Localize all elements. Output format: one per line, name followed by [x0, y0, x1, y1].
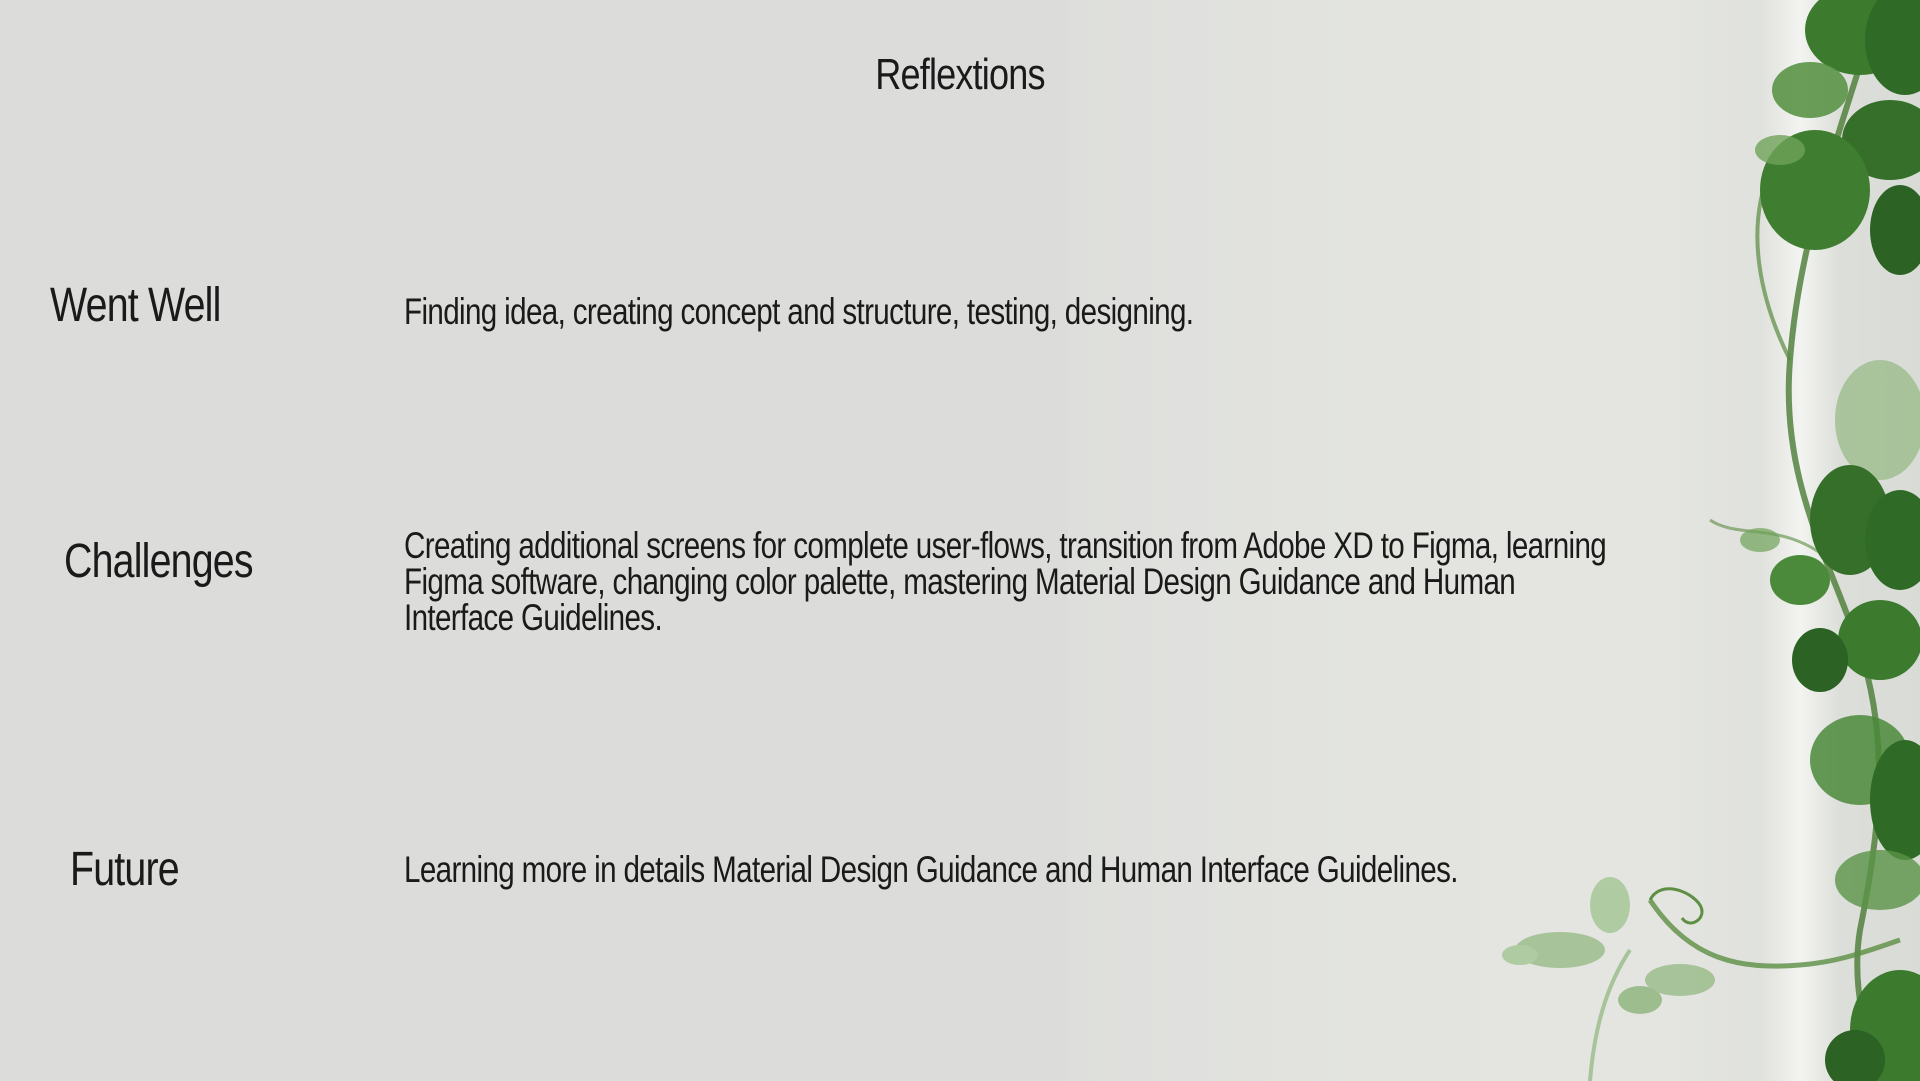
section-label: Future [70, 843, 180, 896]
section-text: Learning more in details Material Design… [404, 849, 1458, 890]
section-text: Creating additional screens for complete… [404, 525, 1607, 638]
section-label: Challenges [64, 535, 254, 588]
slide-title: Reflextions [875, 50, 1045, 99]
section-label: Went Well [50, 279, 221, 332]
slide: Reflextions Went Well Finding idea, crea… [0, 0, 1920, 1081]
section-text: Finding idea, creating concept and struc… [404, 291, 1194, 332]
